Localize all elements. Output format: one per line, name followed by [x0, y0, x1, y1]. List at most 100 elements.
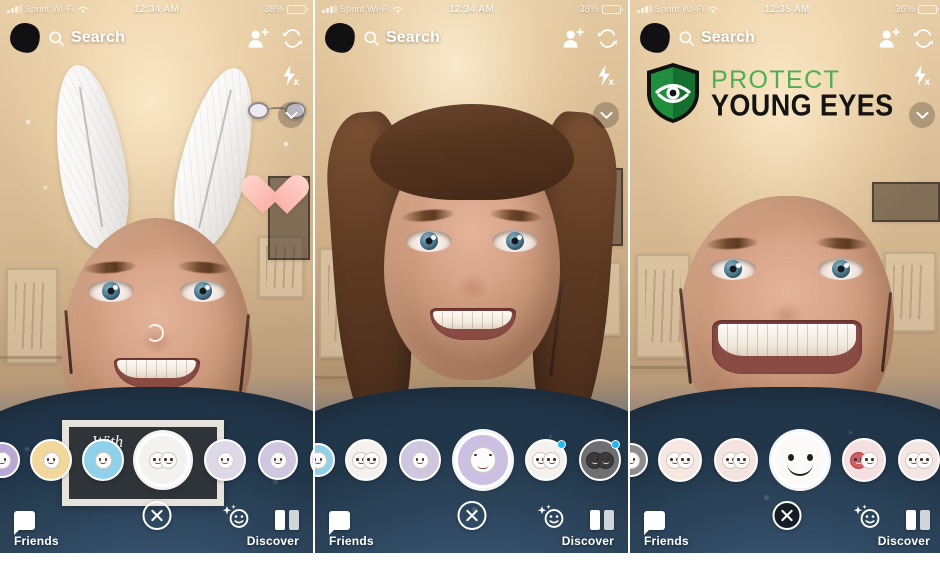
- clock-label: 12:35 AM: [764, 3, 810, 15]
- discover-icon: [275, 510, 299, 530]
- panel-divider: [628, 0, 630, 553]
- flip-camera-icon[interactable]: [282, 28, 303, 49]
- right-controls-2: x: [593, 64, 619, 128]
- nav-friends-label: Friends: [329, 534, 374, 548]
- lens-thumbnail[interactable]: [525, 439, 567, 481]
- carrier-label: Sprint Wi-Fi: [654, 3, 705, 15]
- nav-friends[interactable]: Friends: [14, 511, 59, 548]
- battery-percent-label: 38%: [579, 3, 600, 15]
- signal-bars-icon: [637, 5, 652, 13]
- top-bar-1: Search: [0, 18, 313, 58]
- close-lens-button[interactable]: [772, 501, 802, 530]
- carrier-label: Sprint Wi-Fi: [24, 3, 75, 15]
- lens-thumbnail[interactable]: [399, 439, 441, 481]
- search-icon: [679, 30, 694, 46]
- protect-young-eyes-logo: PROTECT YOUNG EYES: [644, 62, 894, 124]
- lens-thumbnail[interactable]: [345, 439, 387, 481]
- wifi-icon: [708, 6, 718, 13]
- chevron-down-icon[interactable]: [593, 102, 619, 128]
- eye-left: [405, 230, 452, 252]
- lens-thumbnail[interactable]: [658, 438, 702, 482]
- eye-left: [710, 258, 756, 280]
- battery-percent-label: 36%: [895, 3, 916, 15]
- nav-friends[interactable]: Friends: [644, 511, 689, 548]
- search-input[interactable]: Search: [363, 29, 554, 47]
- mouth: [429, 308, 516, 340]
- lens-thumbnail[interactable]: [0, 442, 20, 478]
- lens-thumbnail[interactable]: [204, 439, 246, 481]
- avatar-bitmoji-icon[interactable]: [638, 21, 672, 55]
- lens-thumbnail[interactable]: [30, 439, 72, 481]
- add-friend-icon[interactable]: [562, 27, 585, 49]
- flip-camera-icon[interactable]: [913, 28, 934, 49]
- add-friend-icon[interactable]: [878, 27, 901, 49]
- eyebrow-right: [177, 260, 230, 275]
- signal-bars-icon: [322, 5, 337, 13]
- wifi-icon: [78, 6, 88, 13]
- lens-thumbnail-selected[interactable]: [136, 433, 190, 487]
- flash-off-icon[interactable]: x: [911, 64, 933, 88]
- avatar-bitmoji-icon[interactable]: [8, 21, 42, 55]
- search-input[interactable]: Search: [678, 29, 870, 47]
- close-lens-button[interactable]: [142, 501, 171, 530]
- screenshot-stage: With Sprint Wi-Fi 12:34 AM 38%: [0, 0, 940, 566]
- bottom-nav-3: Friends Discover: [630, 495, 940, 553]
- search-placeholder: Search: [386, 29, 440, 46]
- lens-thumbnail[interactable]: [630, 443, 648, 477]
- flip-camera-icon[interactable]: [597, 28, 618, 49]
- eyebrow-left: [401, 207, 454, 224]
- wall-art-left: [6, 268, 58, 364]
- chevron-down-icon[interactable]: [278, 102, 304, 128]
- lens-thumbnail[interactable]: [898, 439, 940, 481]
- nav-friends[interactable]: Friends: [329, 511, 374, 548]
- battery-icon: [287, 4, 309, 14]
- clock-label: 12:34 AM: [448, 3, 495, 15]
- flash-off-icon[interactable]: x: [595, 64, 617, 88]
- eye-right: [491, 230, 538, 252]
- status-bar-2: Sprint Wi-Fi 12:34 AM 38%: [315, 0, 628, 18]
- bottom-white-strip: [0, 553, 940, 566]
- lens-thumbnail[interactable]: [579, 439, 621, 481]
- close-lens-button[interactable]: [457, 501, 486, 530]
- flash-off-icon[interactable]: x: [280, 64, 302, 88]
- sparkle: [44, 186, 47, 189]
- lens-thumbnail[interactable]: [714, 438, 758, 482]
- status-bar-1: Sprint Wi-Fi 12:34 AM 38%: [0, 0, 313, 18]
- nav-discover[interactable]: Discover: [562, 510, 614, 548]
- clock-label: 12:34 AM: [133, 3, 180, 15]
- lens-thumbnail[interactable]: [82, 439, 124, 481]
- lens-thumbnail[interactable]: [258, 440, 298, 480]
- lens-thumbnail[interactable]: [315, 443, 335, 477]
- nose-swirl-effect-icon: [145, 324, 164, 342]
- nav-friends-label: Friends: [644, 534, 689, 548]
- avatar-bitmoji-icon[interactable]: [323, 21, 357, 55]
- lens-carousel-1[interactable]: [0, 425, 313, 495]
- lens-carousel-2[interactable]: [315, 425, 628, 495]
- nav-friends-label: Friends: [14, 534, 59, 548]
- lens-thumbnail-selected[interactable]: [772, 432, 828, 488]
- search-placeholder: Search: [71, 29, 125, 46]
- lens-thumbnail-selected[interactable]: [455, 432, 511, 488]
- status-bar-3: Sprint Wi-Fi 12:35 AM 36%: [630, 0, 940, 18]
- add-friend-icon[interactable]: [247, 27, 270, 49]
- earbud-wire: [880, 292, 893, 372]
- earbud-wire: [678, 288, 693, 384]
- search-icon: [364, 30, 379, 46]
- discover-icon: [590, 510, 614, 530]
- nav-discover[interactable]: Discover: [878, 510, 930, 548]
- sparkle: [284, 142, 288, 146]
- lens-carousel-3[interactable]: [630, 425, 940, 495]
- discover-icon: [906, 510, 930, 530]
- pye-wordmark: PROTECT YOUNG EYES: [711, 68, 894, 121]
- nav-discover-label: Discover: [561, 534, 614, 548]
- bottom-nav-1: Friends Discover: [0, 495, 313, 553]
- chevron-down-icon[interactable]: [909, 102, 935, 128]
- carrier-label: Sprint Wi-Fi: [339, 3, 390, 15]
- search-input[interactable]: Search: [48, 29, 239, 47]
- mouth-stretched: [712, 320, 862, 374]
- lens-thumbnail[interactable]: [842, 438, 886, 482]
- nav-discover[interactable]: Discover: [247, 510, 299, 548]
- eye-right: [179, 280, 226, 302]
- chat-icon: [14, 511, 35, 535]
- battery-icon: [918, 4, 940, 14]
